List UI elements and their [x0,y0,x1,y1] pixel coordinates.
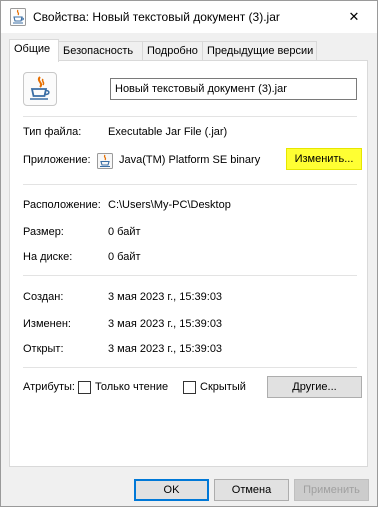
hidden-checkbox[interactable] [183,381,196,394]
size-value: 0 байт [108,226,141,238]
java-file-large-icon [23,72,57,106]
created-label: Создан: [23,291,64,303]
disk-size-value: 0 байт [108,251,141,263]
tab-previous-versions[interactable]: Предыдущие версии [202,41,317,60]
java-file-icon [10,8,26,26]
app-value: Java(TM) Platform SE binary [119,154,261,166]
apply-button: Применить [294,479,369,501]
opened-label: Открыт: [23,343,64,355]
location-label: Расположение: [23,199,101,211]
file-type-label: Тип файла: [23,126,82,138]
readonly-checkbox[interactable] [78,381,91,394]
change-app-button[interactable]: Изменить... [286,148,362,170]
java-app-icon [97,153,113,169]
disk-size-label: На диске: [23,251,73,263]
attributes-label: Атрибуты: [23,381,75,393]
separator [23,184,357,185]
opened-value: 3 мая 2023 г., 15:39:03 [108,343,223,355]
size-label: Размер: [23,226,64,238]
tab-security[interactable]: Безопасность [58,41,143,60]
readonly-label[interactable]: Только чтение [95,381,168,393]
hidden-label[interactable]: Скрытый [200,381,246,393]
created-value: 3 мая 2023 г., 15:39:03 [108,291,223,303]
separator [23,116,357,117]
modified-label: Изменен: [23,318,71,330]
window-title: Свойства: Новый текстовый документ (3).j… [33,10,280,24]
location-value: C:\Users\My-PC\Desktop [108,199,231,211]
app-label: Приложение: [23,154,91,166]
advanced-attributes-button[interactable]: Другие... [267,376,362,398]
separator [23,367,357,368]
tab-details[interactable]: Подробно [142,41,203,60]
title-bar[interactable]: Свойства: Новый текстовый документ (3).j… [1,1,377,33]
modified-value: 3 мая 2023 г., 15:39:03 [108,318,223,330]
file-type-value: Executable Jar File (.jar) [108,126,228,138]
properties-dialog: Свойства: Новый текстовый документ (3).j… [0,0,378,507]
tab-general[interactable]: Общие [9,39,59,62]
file-name-field[interactable] [110,78,357,100]
ok-button[interactable]: OK [134,479,209,501]
general-panel: Тип файла: Executable Jar File (.jar) Пр… [9,60,368,467]
close-button[interactable]: ✕ [331,1,377,33]
cancel-button[interactable]: Отмена [214,479,289,501]
separator [23,275,357,276]
close-icon: ✕ [348,9,360,24]
